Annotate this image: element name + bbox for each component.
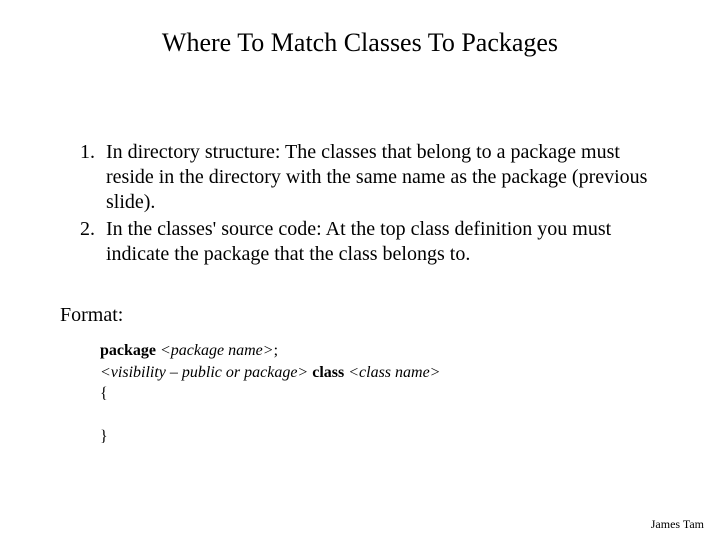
placeholder-package-name: <package name> [160, 342, 274, 359]
code-line-blank [100, 405, 660, 427]
semicolon: ; [274, 342, 278, 359]
code-line-open-brace: { [100, 383, 660, 405]
code-line: <visibility – public or package> class <… [100, 362, 660, 384]
code-line-close-brace: } [100, 426, 660, 448]
slide: Where To Match Classes To Packages In di… [0, 0, 720, 540]
code-line: package <package name>; [100, 340, 660, 362]
placeholder-class-name: <class name> [348, 364, 440, 381]
keyword-package: package [100, 342, 160, 359]
slide-title: Where To Match Classes To Packages [0, 28, 720, 58]
list-item: In directory structure: The classes that… [100, 140, 660, 215]
footer-author: James Tam [651, 517, 704, 532]
numbered-list: In directory structure: The classes that… [60, 140, 660, 267]
slide-body: In directory structure: The classes that… [60, 140, 660, 448]
placeholder-visibility: <visibility – public or package> [100, 364, 308, 381]
code-block: package <package name>; <visibility – pu… [100, 340, 660, 448]
list-item: In the classes' source code: At the top … [100, 217, 660, 267]
keyword-class: class [308, 364, 348, 381]
format-heading: Format: [60, 303, 660, 328]
